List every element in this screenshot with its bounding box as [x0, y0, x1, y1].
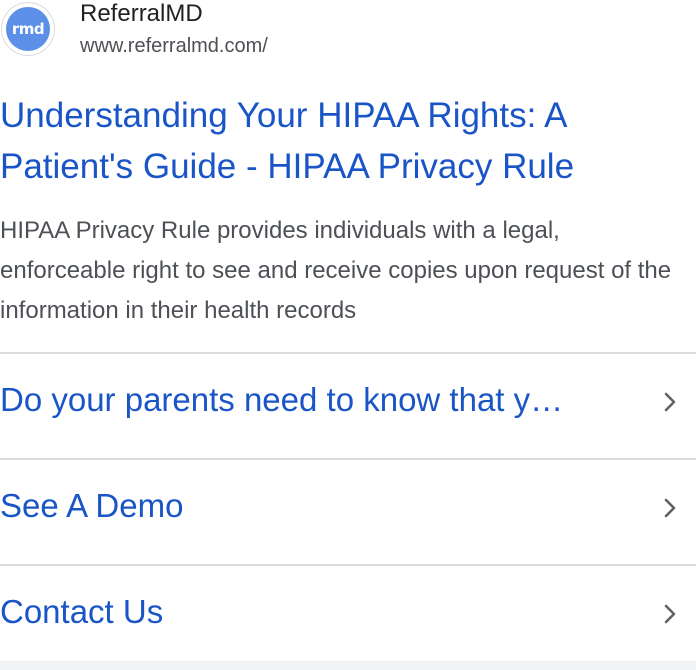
result-source[interactable]: rmd ReferralMD www.referralmd.com/: [0, 0, 696, 60]
chevron-right-icon: [664, 392, 676, 412]
favicon-logo: rmd: [6, 7, 50, 51]
chevron-right-icon: [664, 498, 676, 518]
sitelink-label: Contact Us: [0, 593, 164, 630]
sitelink-see-a-demo[interactable]: See A Demo: [0, 458, 696, 564]
favicon-text: rmd: [11, 20, 45, 38]
sitelink-parents[interactable]: Do your parents need to know that y…: [0, 352, 696, 458]
result-bottom-separator: [0, 661, 696, 670]
site-favicon: rmd: [2, 3, 54, 55]
chevron-right-icon: [664, 604, 676, 624]
sitelink-label: See A Demo: [0, 487, 184, 524]
result-title-link[interactable]: Understanding Your HIPAA Rights: A Patie…: [0, 90, 690, 192]
sitelinks: Do your parents need to know that y… See…: [0, 352, 696, 670]
site-name: ReferralMD: [80, 0, 203, 27]
site-url: www.referralmd.com/: [80, 35, 268, 57]
search-result: rmd ReferralMD www.referralmd.com/ Under…: [0, 0, 696, 670]
result-snippet: HIPAA Privacy Rule provides individuals …: [0, 217, 672, 324]
sitelink-contact-us[interactable]: Contact Us: [0, 564, 696, 670]
sitelink-label: Do your parents need to know that y…: [0, 381, 564, 418]
